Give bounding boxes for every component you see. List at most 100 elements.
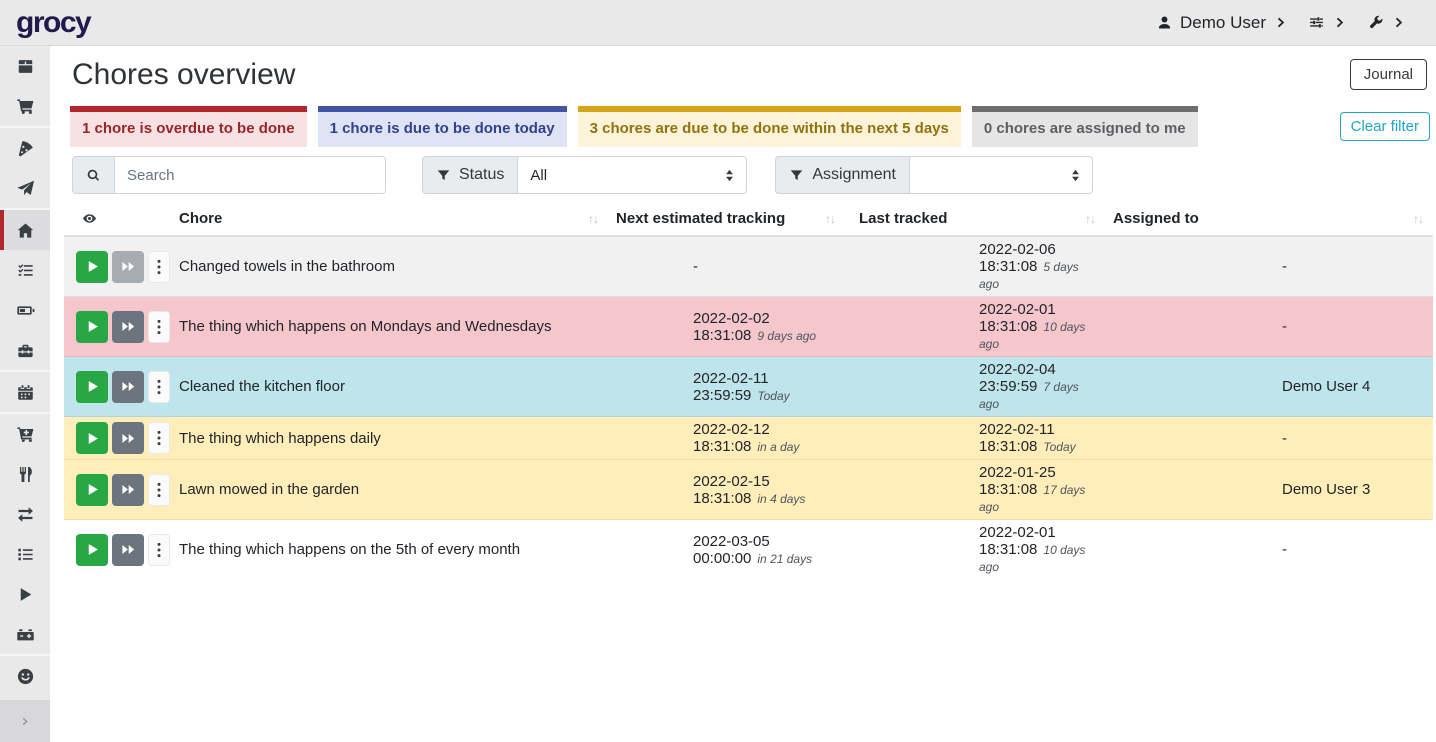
sort-icon: ↑↓: [588, 212, 598, 226]
sidebar-item-exchange[interactable]: [0, 494, 50, 534]
assigned-to: Demo User 3: [1282, 481, 1370, 498]
sidebar-item-cart-plus[interactable]: [0, 414, 50, 454]
battery-icon: [16, 301, 35, 320]
chore-context-menu-button[interactable]: [148, 311, 170, 343]
sidebar-item-utensils[interactable]: [0, 454, 50, 494]
grocy-logo[interactable]: grocy: [16, 8, 90, 38]
page-title: Chores overview: [72, 58, 295, 92]
sidebar-collapse-button[interactable]: [0, 700, 50, 742]
banner-assigned-to-me[interactable]: 0 chores are assigned to me: [972, 106, 1198, 147]
sidebar-item-shopping-cart[interactable]: [0, 86, 50, 126]
sidebar-group: [0, 654, 50, 696]
clear-filter-button[interactable]: Clear filter: [1340, 112, 1430, 141]
sidebar-item-toolbox[interactable]: [0, 330, 50, 370]
sidebar-item-play[interactable]: [0, 574, 50, 614]
column-header-assigned[interactable]: Assigned to↑↓: [1105, 202, 1433, 236]
track-chore-execution-button[interactable]: [76, 311, 108, 343]
admin-menu[interactable]: [1367, 14, 1408, 31]
assignment-filter-select[interactable]: [909, 156, 1093, 194]
chore-row: The thing which happens on Mondays and W…: [64, 297, 1433, 357]
chore-name[interactable]: The thing which happens on Mondays and W…: [179, 318, 551, 335]
paper-plane-icon: [16, 179, 35, 198]
sidebar-item-battery[interactable]: [0, 290, 50, 330]
sidebar-item-calendar[interactable]: [0, 372, 50, 412]
chore-name[interactable]: Lawn mowed in the garden: [179, 481, 359, 498]
column-header-actions[interactable]: [64, 202, 172, 236]
chore-row: Lawn mowed in the garden2022-02-15 18:31…: [64, 460, 1433, 520]
sidebar-item-list[interactable]: [0, 534, 50, 574]
sidebar-groups: [0, 46, 50, 696]
chore-name[interactable]: The thing which happens on the 5th of ev…: [179, 541, 520, 558]
assignment-filter-addon: Assignment: [775, 156, 909, 194]
select-arrows-icon: [1071, 169, 1080, 182]
chore-context-menu-button[interactable]: [148, 251, 170, 283]
sidebar-item-tasks[interactable]: [0, 250, 50, 290]
navbar-menu: Demo User: [1156, 13, 1408, 33]
banner-due-soon[interactable]: 3 chores are due to be done within the n…: [578, 106, 961, 147]
settings-menu[interactable]: [1308, 14, 1349, 31]
journal-button[interactable]: Journal: [1350, 59, 1427, 90]
column-label-next: Next estimated tracking: [616, 210, 785, 227]
page-header: Chores overview Journal: [64, 56, 1433, 92]
skip-chore-button[interactable]: [112, 371, 144, 403]
status-filter-group: Status All: [422, 156, 747, 194]
chore-name[interactable]: Changed towels in the bathroom: [179, 258, 395, 275]
track-chore-execution-button[interactable]: [76, 422, 108, 454]
sidebar: [0, 46, 50, 742]
status-filter-addon: Status: [422, 156, 517, 194]
table-header-row: Chore ↑↓ Next estimated tracking↑↓Last tra…: [64, 202, 1433, 236]
calendar-icon: [16, 383, 35, 402]
chore-context-menu-button[interactable]: [148, 422, 170, 454]
sidebar-item-paper-plane[interactable]: [0, 168, 50, 208]
column-header-last[interactable]: Last tracked↑↓: [845, 202, 1105, 236]
skip-chore-button[interactable]: [112, 474, 144, 506]
banner-due-today[interactable]: 1 chore is due to be done today: [318, 106, 567, 147]
track-chore-execution-button[interactable]: [76, 474, 108, 506]
filter-icon: [436, 168, 451, 183]
skip-chore-button[interactable]: [112, 534, 144, 566]
skip-chore-button[interactable]: [112, 251, 144, 283]
chore-name[interactable]: Cleaned the kitchen floor: [179, 378, 345, 395]
sidebar-item-smile[interactable]: [0, 656, 50, 696]
next-estimated-tracking-relative: in 4 days: [757, 492, 805, 506]
sidebar-item-pizza-slice[interactable]: [0, 128, 50, 168]
banner-overdue[interactable]: 1 chore is overdue to be done: [70, 106, 307, 147]
tasks-icon: [16, 261, 35, 280]
skip-chore-button[interactable]: [112, 311, 144, 343]
cart-plus-icon: [16, 425, 35, 444]
chore-context-menu-button[interactable]: [148, 371, 170, 403]
eye-icon: [82, 211, 162, 226]
column-label-chore: Chore: [179, 210, 222, 227]
banner-row: 1 chore is overdue to be done 1 chore is …: [70, 106, 1433, 147]
exchange-icon: [16, 505, 35, 524]
box-icon: [16, 57, 35, 76]
status-filter-label: Status: [459, 166, 504, 184]
sidebar-item-home[interactable]: [0, 210, 50, 250]
chore-name[interactable]: The thing which happens daily: [179, 430, 381, 447]
skip-chore-button[interactable]: [112, 422, 144, 454]
sidebar-item-box[interactable]: [0, 46, 50, 86]
user-menu[interactable]: Demo User: [1156, 13, 1290, 33]
chores-table: Chore ↑↓ Next estimated tracking↑↓Last tra…: [64, 202, 1433, 579]
assigned-to: -: [1282, 430, 1287, 447]
main-content: Chores overview Journal 1 chore is overd…: [50, 46, 1436, 742]
sidebar-item-car-battery[interactable]: [0, 614, 50, 654]
search-group: [72, 156, 386, 194]
shopping-cart-icon: [16, 97, 35, 116]
assignment-filter-group: Assignment: [775, 156, 1093, 194]
column-header-chore[interactable]: Chore ↑↓: [172, 202, 608, 236]
track-chore-execution-button[interactable]: [76, 534, 108, 566]
status-filter-select[interactable]: All: [517, 156, 747, 194]
angle-right-icon: [1391, 14, 1408, 31]
column-header-next[interactable]: Next estimated tracking↑↓: [608, 202, 845, 236]
sidebar-group: [0, 370, 50, 412]
chore-context-menu-button[interactable]: [148, 534, 170, 566]
chore-row: Cleaned the kitchen floor2022-02-11 23:5…: [64, 357, 1433, 417]
next-estimated-tracking-relative: 9 days ago: [757, 329, 816, 343]
track-chore-execution-button[interactable]: [76, 251, 108, 283]
pizza-slice-icon: [16, 139, 35, 158]
next-estimated-tracking: -: [693, 258, 698, 275]
chore-context-menu-button[interactable]: [148, 474, 170, 506]
search-input[interactable]: [114, 156, 386, 194]
track-chore-execution-button[interactable]: [76, 371, 108, 403]
